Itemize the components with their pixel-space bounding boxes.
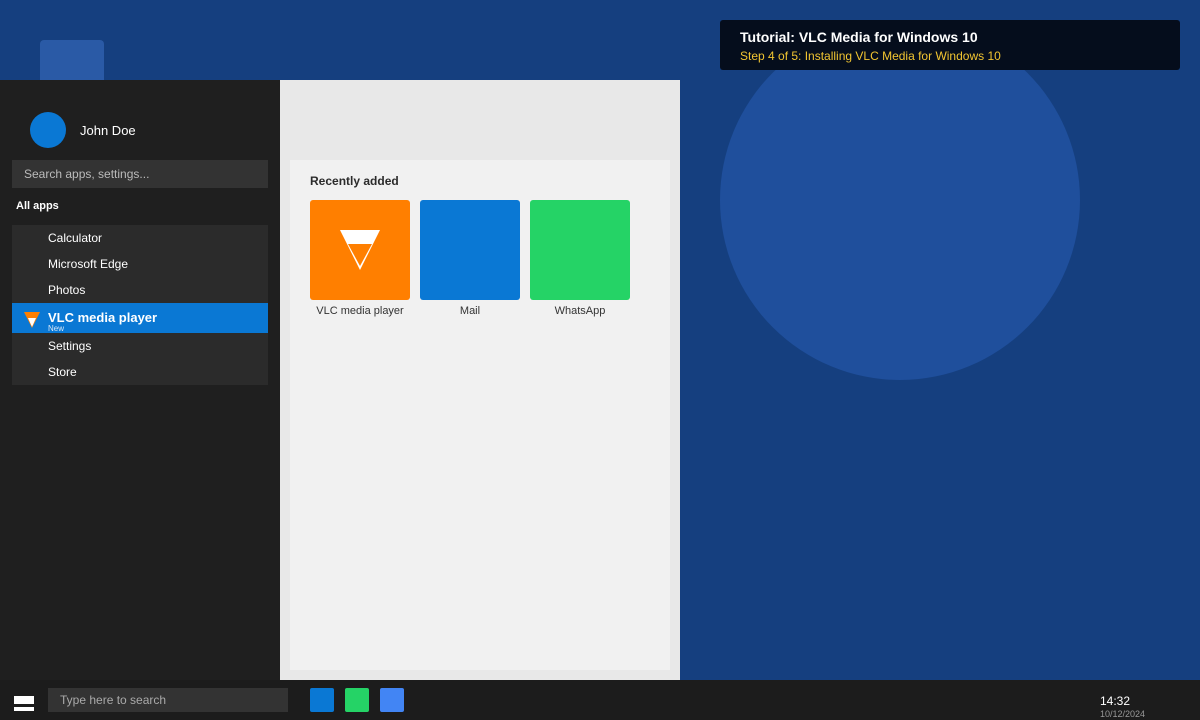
app-item-photos[interactable]: Photos [12,277,268,303]
taskbar-mail-icon[interactable] [310,688,334,712]
app-list: Calculator Microsoft Edge Photos VLC med… [12,225,268,385]
app-item-settings[interactable]: Settings [12,333,268,359]
vlc-cone-icon [24,312,40,328]
app-item-label: Photos [48,283,86,297]
recently-added-title: Recently added [310,174,399,188]
app-item-calculator[interactable]: Calculator [12,225,268,251]
recently-added-panel: Recently added VLC media player Mail Wha… [290,160,670,670]
vlc-cone-icon [340,230,380,270]
tile-vlc-media-player[interactable] [310,200,410,300]
start-menu-right-pane: Recently added VLC media player Mail Wha… [280,80,680,680]
taskbar: 14:32 10/12/2024 [0,680,1200,720]
tutorial-step: Step 4 of 5: Installing VLC Media for Wi… [740,49,1001,63]
tile-mail[interactable] [420,200,520,300]
app-item-store[interactable]: Store [12,359,268,385]
app-item-vlc-media-player[interactable]: VLC media player New [12,303,268,333]
new-badge: New [48,324,65,333]
taskbar-search-input[interactable] [48,688,288,712]
desktop-wallpaper-circle [720,20,1080,380]
tutorial-banner: Tutorial: VLC Media for Windows 10 Step … [720,20,1180,70]
tutorial-title: Tutorial: VLC Media for Windows 10 [740,29,978,45]
app-item-label: Calculator [48,231,103,245]
clock-date[interactable]: 10/12/2024 [1100,709,1145,719]
taskbar-whatsapp-icon[interactable] [345,688,369,712]
start-button[interactable] [14,696,34,712]
clock-time[interactable]: 14:32 [1100,694,1130,708]
app-item-microsoft-edge[interactable]: Microsoft Edge [12,251,268,277]
tile-label: Mail [459,305,481,317]
start-search-input[interactable] [12,160,268,188]
all-apps-label: All apps [16,200,59,212]
user-name[interactable]: John Doe [80,123,136,138]
app-item-label: Microsoft Edge [48,257,129,271]
start-icon-part [14,707,34,711]
start-menu-left-pane: John Doe All apps Calculator Microsoft E… [0,80,280,680]
app-item-label: VLC media player [48,310,158,325]
user-avatar[interactable] [30,112,66,148]
taskbar-browser-icon[interactable] [380,688,404,712]
tile-label: VLC media player [316,305,404,317]
tile-label: WhatsApp [554,305,606,317]
app-item-label: Settings [48,339,92,353]
start-icon-part [14,696,34,704]
app-item-label: Store [48,365,77,379]
tile-whatsapp[interactable] [530,200,630,300]
